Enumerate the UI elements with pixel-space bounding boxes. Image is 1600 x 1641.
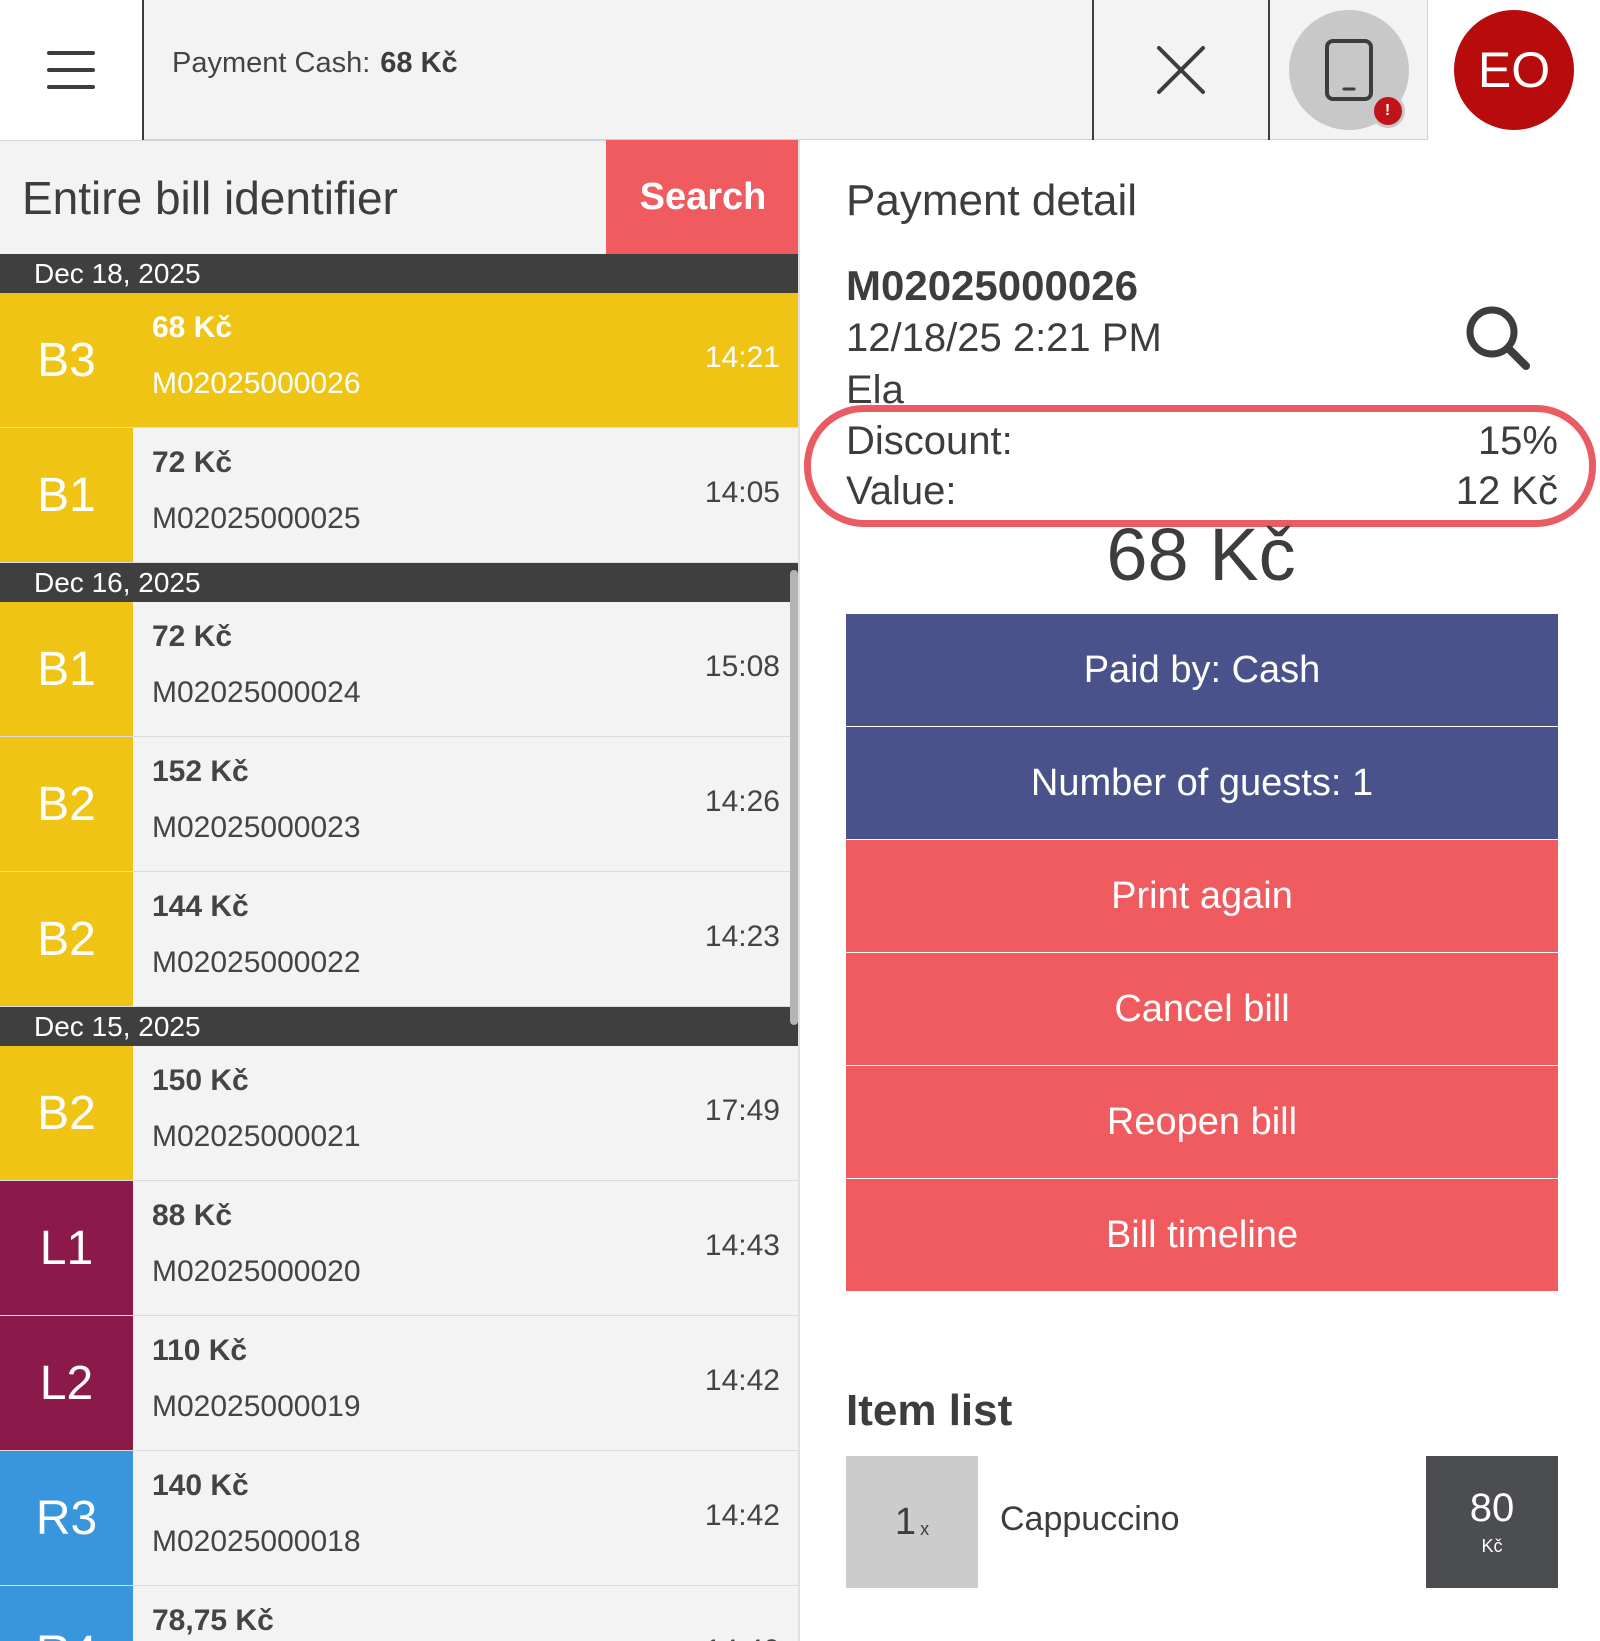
print-again-button[interactable]: Print again — [846, 840, 1558, 952]
table-badge: B1 — [0, 602, 133, 736]
bill-identifier: M02025000026 — [152, 367, 361, 400]
table-row[interactable]: R3 140 Kč M02025000018 14:42 — [0, 1451, 798, 1586]
table-row[interactable]: B2 144 Kč M02025000022 14:23 — [0, 872, 798, 1007]
table-row[interactable]: L2 110 Kč M02025000019 14:42 — [0, 1316, 798, 1451]
bill-timeline-button[interactable]: Bill timeline — [846, 1179, 1558, 1291]
item-quantity-value: 1 — [894, 1500, 917, 1543]
bill-amount: 150 Kč — [152, 1064, 249, 1097]
bill-time: 14:42 — [704, 1499, 780, 1532]
table-badge: R4 — [0, 1586, 133, 1641]
table-row[interactable]: B1 72 Kč M02025000025 14:05 — [0, 428, 798, 563]
bill-time: 14:42 — [704, 1364, 780, 1397]
bill-time: 15:08 — [704, 650, 780, 683]
bill-list-panel: Search Dec 18, 2025B3 68 Kč M02025000026 14… — [0, 140, 800, 1641]
table-row[interactable]: B1 72 Kč M02025000024 15:08 — [0, 602, 798, 737]
table-badge: B2 — [0, 1046, 133, 1180]
bill-amount: 152 Kč — [152, 755, 249, 788]
date-header: Dec 16, 2025 — [0, 563, 798, 602]
value-label: Value: — [846, 469, 957, 513]
user-avatar-button[interactable]: EO — [1428, 0, 1600, 140]
table-row[interactable]: L1 88 Kč M02025000020 14:43 — [0, 1181, 798, 1316]
item-price-currency: Kč — [1481, 1535, 1503, 1556]
table-badge: R3 — [0, 1451, 133, 1585]
device-status-indicator: ! — [1288, 10, 1409, 130]
top-bar: Payment Cash: 68 Kč ! EO — [0, 0, 1600, 140]
title-label: Payment Cash: — [172, 46, 371, 79]
scrollbar[interactable] — [790, 570, 798, 1025]
discount-value: 15% — [1477, 419, 1558, 463]
bill-identifier: M02025000019 — [152, 1390, 361, 1423]
hamburger-menu-icon[interactable] — [0, 0, 144, 140]
search-button[interactable]: Search — [606, 140, 798, 254]
cancel-bill-button[interactable]: Cancel bill — [846, 953, 1558, 1065]
bill-amount: 72 Kč — [152, 446, 233, 479]
table-badge: L2 — [0, 1316, 133, 1450]
reopen-bill-button[interactable]: Reopen bill — [846, 1066, 1558, 1178]
bill-amount: 140 Kč — [152, 1469, 249, 1502]
table-badge: B1 — [0, 428, 133, 562]
search-icon[interactable] — [1462, 302, 1534, 374]
bill-identifier: M02025000024 — [152, 676, 361, 709]
avatar: EO — [1454, 10, 1574, 130]
table-badge: B3 — [0, 293, 133, 427]
table-badge: B2 — [0, 872, 133, 1006]
item-quantity-unit: x — [920, 1518, 930, 1539]
payment-detail-panel: Payment detail M02025000026 12/18/25 2:2… — [802, 140, 1600, 1641]
search-bar: Search — [0, 140, 798, 254]
number-of-guests-1-button[interactable]: Number of guests: 1 — [846, 727, 1558, 839]
discount-label: Discount: — [846, 419, 1013, 463]
item-price-value: 80 — [1469, 1485, 1515, 1530]
bill-identifier: M02025000021 — [152, 1120, 361, 1153]
alert-badge: ! — [1370, 94, 1405, 128]
bill-identifier: M02025000025 — [152, 502, 361, 535]
bill-amount: 110 Kč — [152, 1334, 248, 1367]
table-row[interactable]: R4 78,75 Kč 14:40 — [0, 1586, 798, 1641]
bill-identifier: M02025000020 — [152, 1255, 361, 1288]
bill-identifier: M02025000023 — [152, 811, 361, 844]
bill-amount: 68 Kč — [152, 311, 233, 344]
date-header: Dec 15, 2025 — [0, 1007, 798, 1046]
table-row[interactable]: B2 150 Kč M02025000021 17:49 — [0, 1046, 798, 1181]
bill-time: 14:43 — [704, 1229, 780, 1262]
bill-time: 14:23 — [704, 920, 780, 953]
discount-row: Discount: 15% — [846, 419, 1558, 464]
item-list-title: Item list — [846, 1386, 1013, 1435]
bill-time: 14:05 — [704, 476, 780, 509]
item-name: Cappuccino — [1000, 1500, 1180, 1538]
discount-value-row: Value: 12 Kč — [846, 469, 1558, 514]
tablet-icon — [1324, 39, 1373, 101]
item-quantity: 1x — [846, 1456, 978, 1588]
device-status-button[interactable]: ! — [1270, 0, 1428, 140]
close-button[interactable] — [1092, 0, 1270, 140]
table-badge: L1 — [0, 1181, 133, 1315]
page-title: Payment Cash: 68 Kč — [172, 0, 458, 126]
bill-total: 68 Kč — [1106, 513, 1296, 596]
bill-amount: 88 Kč — [152, 1199, 233, 1232]
bill-amount: 78,75 Kč — [152, 1604, 274, 1637]
bill-time: 14:26 — [704, 785, 780, 818]
bill-amount: 144 Kč — [152, 890, 249, 923]
title-value: 68 Kč — [380, 46, 458, 79]
table-row[interactable]: B2 152 Kč M02025000023 14:26 — [0, 737, 798, 872]
item-price: 80 Kč — [1426, 1456, 1558, 1588]
detail-title: Payment detail — [846, 176, 1138, 225]
table-badge: B2 — [0, 737, 133, 871]
table-row[interactable]: B3 68 Kč M02025000026 14:21 — [0, 293, 798, 428]
bill-time: 14:21 — [704, 341, 780, 374]
list-item[interactable]: 1x Cappuccino 80 Kč — [846, 1456, 1558, 1588]
value-amount: 12 Kč — [1455, 469, 1558, 513]
bill-list: Dec 18, 2025 B3 68 Kč M02025000026 14:21 B1 72… — [0, 254, 798, 1641]
bill-identifier: M02025000022 — [152, 946, 361, 979]
bill-amount: 72 Kč — [152, 620, 233, 653]
bill-id: M02025000026 — [846, 262, 1138, 309]
paid-by-cash-button[interactable]: Paid by: Cash — [846, 614, 1558, 726]
bill-datetime: 12/18/25 2:21 PM — [846, 316, 1162, 360]
bill-time: 17:49 — [704, 1094, 780, 1127]
close-icon — [1157, 46, 1205, 94]
date-header: Dec 18, 2025 — [0, 254, 798, 293]
bill-identifier-input[interactable] — [0, 140, 606, 254]
bill-identifier: M02025000018 — [152, 1525, 361, 1558]
bill-time: 14:40 — [705, 1634, 780, 1641]
